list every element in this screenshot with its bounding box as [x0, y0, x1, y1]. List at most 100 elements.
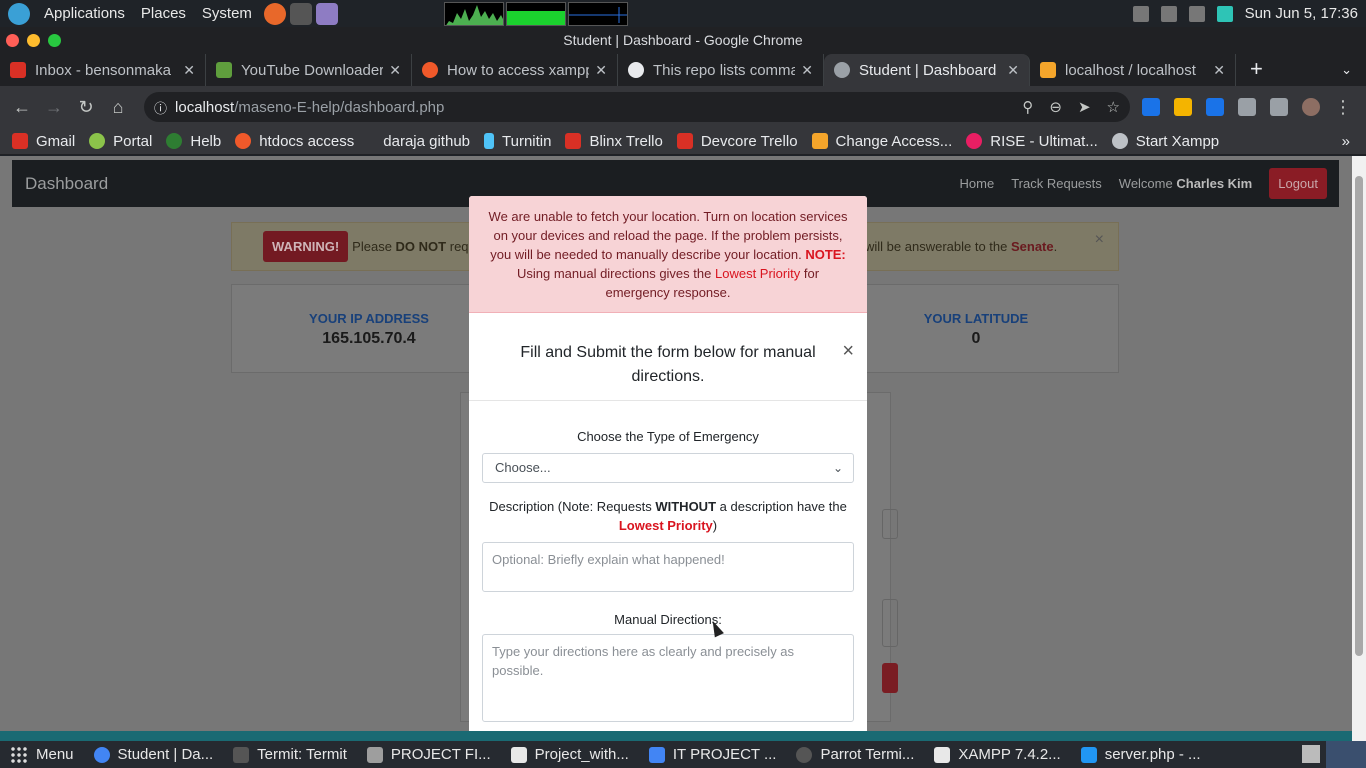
home-icon[interactable]: ⌂: [102, 97, 134, 118]
taskbar-xampp[interactable]: XAMPP 7.4.2...: [924, 746, 1070, 763]
send-icon[interactable]: ➤: [1078, 98, 1091, 116]
taskbar-termit[interactable]: Termit: Termit: [223, 746, 357, 763]
address-bar[interactable]: ⓘ localhost/maseno-E-help/dashboard.php …: [144, 92, 1130, 122]
bookmark-daraja[interactable]: daraja github: [361, 133, 477, 150]
taskbar-chrome[interactable]: Student | Da...: [84, 746, 224, 763]
tab-github-repo[interactable]: This repo lists comma ✕: [618, 54, 824, 86]
bookmark-gmail[interactable]: Gmail: [0, 133, 82, 150]
emergency-type-select[interactable]: Choose... ⌄: [482, 453, 854, 483]
memory-graph: [505, 1, 566, 26]
bookmark-helb[interactable]: Helb: [159, 133, 228, 150]
latitude-label: YOUR LATITUDE: [923, 311, 1029, 326]
firefox-icon[interactable]: [263, 2, 286, 25]
submit-button-edge: [882, 663, 898, 693]
bookmarks-overflow-chevron-icon[interactable]: »: [1342, 133, 1366, 150]
tab-xampp-access[interactable]: How to access xampp ✕: [412, 54, 618, 86]
ip-address-block: YOUR IP ADDRESS 165.105.70.4: [249, 311, 489, 348]
tab-youtube-downloader[interactable]: YouTube Downloader ✕: [206, 54, 412, 86]
nav-home-link[interactable]: Home: [960, 176, 995, 191]
nav-track-requests-link[interactable]: Track Requests: [1011, 176, 1102, 191]
close-tab-icon[interactable]: ✕: [1213, 62, 1225, 79]
trello-icon: [565, 133, 582, 149]
page-scrollbar[interactable]: [1352, 156, 1366, 741]
bookmark-portal[interactable]: Portal: [82, 133, 159, 150]
side-panel-icon[interactable]: [1270, 98, 1288, 116]
reload-icon[interactable]: ↻: [70, 97, 102, 118]
gmail-icon: [12, 133, 28, 149]
clock[interactable]: Sun Jun 5, 17:36: [1245, 5, 1358, 22]
taskbar-project-folder[interactable]: PROJECT FI...: [357, 746, 501, 763]
welcome-text: Welcome Charles Kim: [1118, 176, 1253, 191]
keyboard-icon[interactable]: [1132, 5, 1149, 22]
bookmark-start-xampp[interactable]: Start Xampp: [1105, 133, 1226, 150]
extension-fi-icon[interactable]: [1142, 98, 1160, 116]
bookmark-rise[interactable]: RISE - Ultimat...: [959, 133, 1105, 150]
extension-lock-icon[interactable]: [1174, 98, 1192, 116]
location-pin-icon[interactable]: ⚲: [1022, 98, 1033, 116]
taskbar: Menu Student | Da... Termit: Termit PROJ…: [0, 741, 1366, 768]
close-tab-icon[interactable]: ✕: [183, 62, 195, 79]
modal-header: Fill and Submit the form below for manua…: [469, 313, 867, 401]
back-arrow-icon[interactable]: ←: [6, 97, 38, 118]
chrome-icon: [93, 746, 110, 763]
tab-student-dashboard[interactable]: Student | Dashboard ✕: [824, 54, 1030, 86]
terminal-icon[interactable]: [289, 2, 312, 25]
phpmyadmin-icon: [1040, 62, 1056, 78]
new-tab-plus-icon[interactable]: +: [1236, 54, 1277, 86]
forward-arrow-icon[interactable]: →: [38, 97, 70, 118]
text-editor-icon[interactable]: [315, 2, 338, 25]
page-viewport: Dashboard Home Track Requests Welcome Ch…: [0, 156, 1352, 731]
minimize-window-icon[interactable]: [27, 34, 40, 47]
taskbar-project-doc[interactable]: Project_with...: [501, 746, 639, 763]
extension-box-icon[interactable]: [1206, 98, 1224, 116]
kebab-menu-icon[interactable]: ⋮: [1334, 97, 1352, 118]
askubuntu-icon: [235, 133, 252, 149]
bookmark-htdocs[interactable]: htdocs access: [228, 133, 361, 150]
extensions-puzzle-icon[interactable]: [1238, 98, 1256, 116]
manual-directions-modal: We are unable to fetch your location. Tu…: [469, 196, 867, 731]
battery-icon[interactable]: [1216, 5, 1233, 22]
tab-search-chevron-icon[interactable]: ⌄: [1327, 54, 1366, 86]
taskbar-it-project[interactable]: IT PROJECT ...: [639, 746, 787, 763]
applications-menu[interactable]: Applications: [44, 5, 125, 22]
places-menu[interactable]: Places: [141, 5, 186, 22]
bookmark-devcore-trello[interactable]: Devcore Trello: [670, 133, 805, 150]
navbar-brand[interactable]: Dashboard: [25, 174, 108, 194]
latitude-block: YOUR LATITUDE 0: [856, 311, 1096, 348]
screenshot-tool-icon[interactable]: [1302, 745, 1320, 763]
taskbar-vscode[interactable]: server.php - ...: [1071, 746, 1211, 763]
network-icon[interactable]: [1188, 5, 1205, 22]
logout-button[interactable]: Logout: [1269, 168, 1327, 199]
close-tab-icon[interactable]: ✕: [1007, 62, 1019, 79]
description-textarea[interactable]: Optional: Briefly explain what happened!: [482, 542, 854, 592]
bookmark-turnitin[interactable]: Turnitin: [477, 133, 558, 150]
parrot-logo-icon[interactable]: [8, 2, 30, 25]
manual-directions-textarea[interactable]: Type your directions here as clearly and…: [482, 634, 854, 722]
system-menu[interactable]: System: [202, 5, 252, 22]
phpmyadmin-icon: [811, 133, 828, 149]
portal-icon: [89, 133, 106, 149]
zoom-icon[interactable]: ⊖: [1049, 98, 1062, 116]
volume-icon[interactable]: [1160, 5, 1177, 22]
chrome-workspace-icon[interactable]: [1326, 741, 1366, 768]
tab-phpmyadmin[interactable]: localhost / localhost ✕: [1030, 54, 1236, 86]
bookmark-star-icon[interactable]: ☆: [1107, 98, 1120, 116]
site-info-icon[interactable]: ⓘ: [154, 98, 167, 117]
close-tab-icon[interactable]: ✕: [595, 62, 607, 79]
close-tab-icon[interactable]: ✕: [801, 62, 813, 79]
modal-close-icon[interactable]: ×: [842, 339, 854, 363]
warning-close-icon[interactable]: ×: [1095, 231, 1104, 249]
profile-avatar[interactable]: [1302, 98, 1320, 116]
close-tab-icon[interactable]: ✕: [389, 62, 401, 79]
taskbar-menu[interactable]: Menu: [0, 745, 84, 764]
close-window-icon[interactable]: [6, 34, 19, 47]
maximize-window-icon[interactable]: [48, 34, 61, 47]
scrollbar-thumb[interactable]: [1355, 176, 1363, 656]
taskbar-parrot-terminal[interactable]: Parrot Termi...: [786, 746, 924, 763]
terminal-icon: [233, 746, 250, 763]
description-lowest-priority: Lowest Priority: [618, 518, 713, 533]
bookmark-change-access[interactable]: Change Access...: [805, 133, 960, 150]
bookmark-blinx-trello[interactable]: Blinx Trello: [558, 133, 669, 150]
system-monitor: [443, 1, 630, 26]
tab-inbox[interactable]: Inbox - bensonmaka ✕: [0, 54, 206, 86]
